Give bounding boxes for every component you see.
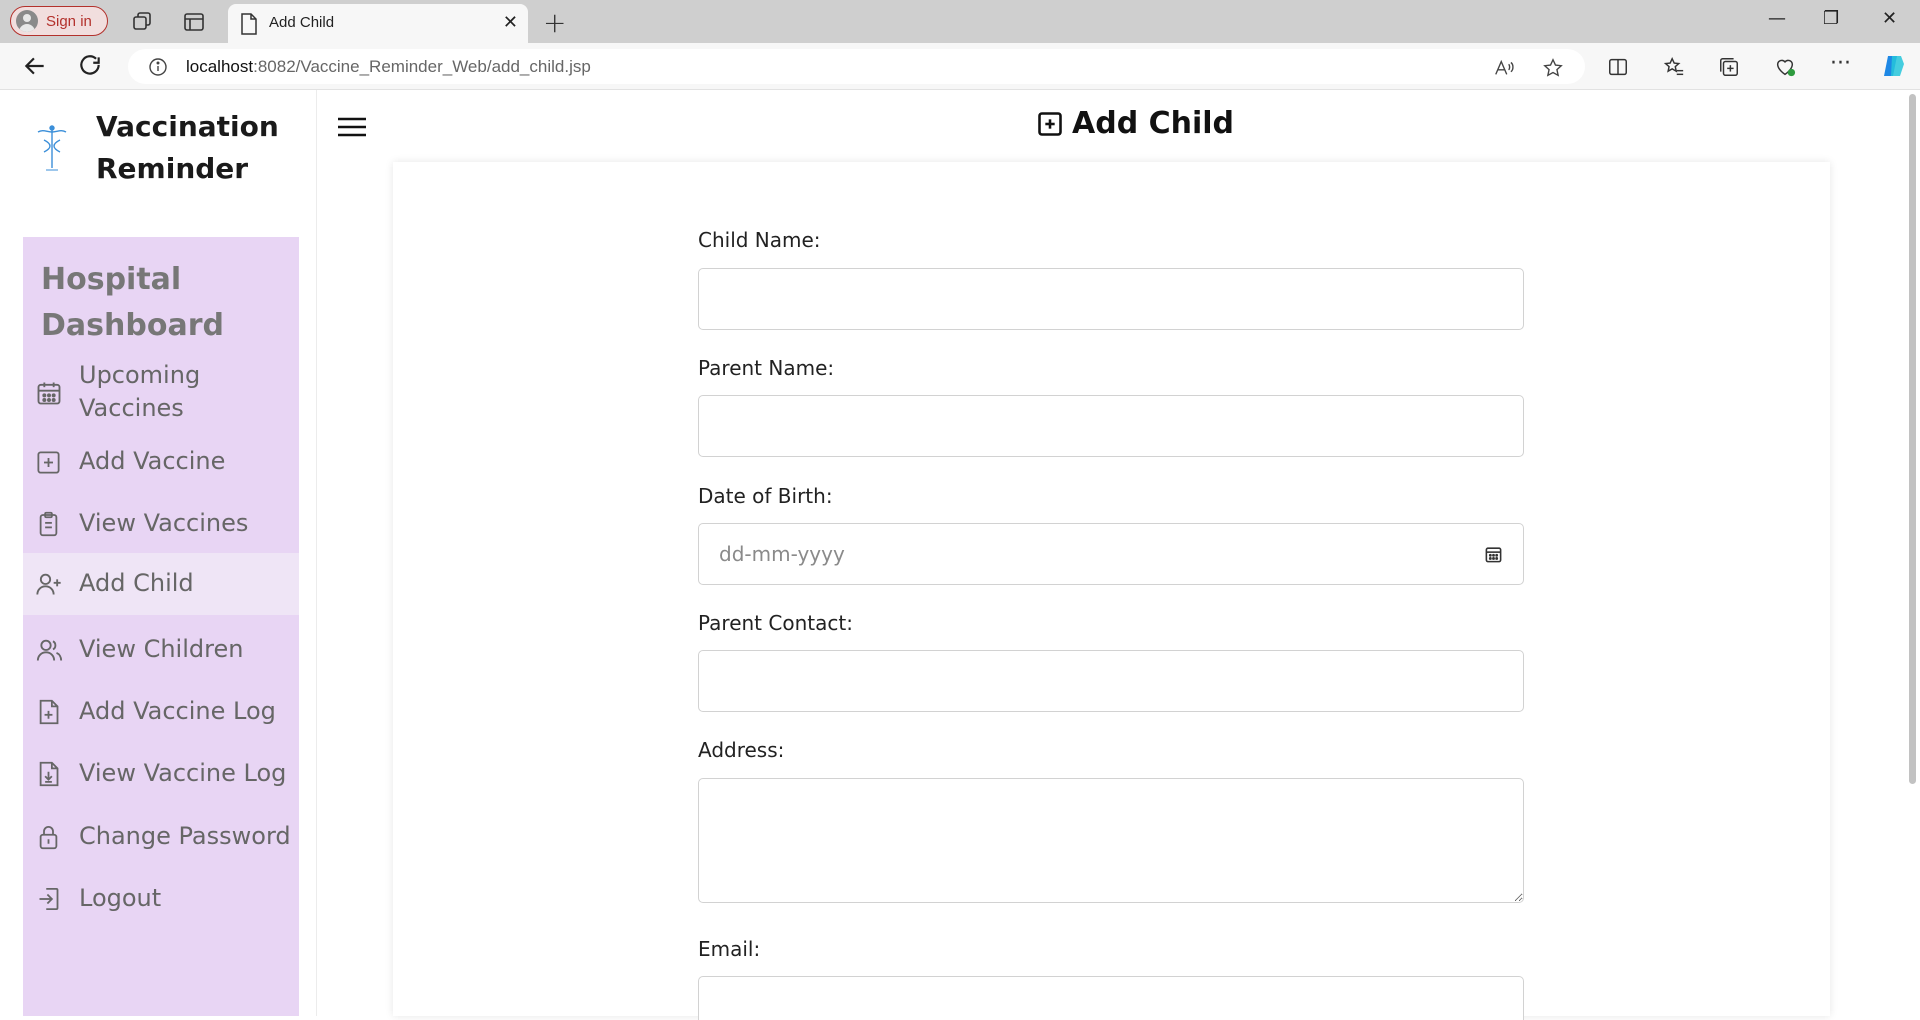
page-scrollbar[interactable] xyxy=(1905,90,1920,1016)
url-host: localhost xyxy=(186,57,254,76)
lock-icon xyxy=(39,825,58,850)
parent-contact-input[interactable] xyxy=(698,650,1524,712)
users-icon xyxy=(36,639,63,661)
minimize-icon[interactable]: — xyxy=(1768,8,1786,29)
content-header: Add Child xyxy=(318,90,1910,162)
sidebar-item-label: Change Password xyxy=(79,822,291,850)
sidebar: Vaccination Reminder Hospital Dashboard … xyxy=(0,90,317,1016)
brand: Vaccination Reminder xyxy=(28,104,308,204)
more-menu-icon[interactable]: ··· xyxy=(1830,51,1851,76)
sidebar-item-add-child[interactable]: Add Child xyxy=(23,553,299,615)
child-name-label: Child Name: xyxy=(698,228,821,252)
new-tab-button[interactable]: + xyxy=(543,6,566,39)
workspaces-icon[interactable] xyxy=(130,10,154,34)
sidebar-item-view-children[interactable]: View Children xyxy=(23,625,299,677)
sidebar-item-label: Add Child xyxy=(79,569,194,597)
parent-name-input[interactable] xyxy=(698,395,1524,457)
browser-tab-bar: Sign in Add Child ✕ + — ❐ ✕ xyxy=(0,0,1920,43)
email-input[interactable] xyxy=(698,976,1524,1020)
child-name-input[interactable] xyxy=(698,268,1524,330)
restore-icon[interactable]: ❐ xyxy=(1823,8,1839,29)
address-textarea[interactable] xyxy=(698,778,1524,903)
dob-input[interactable] xyxy=(698,523,1524,585)
parent-name-label: Parent Name: xyxy=(698,356,835,380)
url-path: :8082/Vaccine_Reminder_Web/add_child.jsp xyxy=(253,57,591,76)
refresh-icon[interactable] xyxy=(77,53,103,79)
sidebar-item-label: Logout xyxy=(79,884,162,912)
file-plus-icon xyxy=(39,699,59,725)
copilot-icon[interactable] xyxy=(1880,52,1908,80)
parent-contact-label: Parent Contact: xyxy=(698,611,853,635)
sign-in-button[interactable]: Sign in xyxy=(10,6,108,36)
logout-icon xyxy=(39,887,59,911)
dob-label: Date of Birth: xyxy=(698,484,833,508)
sidebar-item-label: Upcoming Vaccines xyxy=(79,361,201,422)
plus-square-icon xyxy=(37,451,60,474)
browser-address-bar: localhost:8082/Vaccine_Reminder_Web/add_… xyxy=(0,43,1920,90)
sidebar-item-label: View Vaccines xyxy=(79,509,249,537)
email-label: Email: xyxy=(698,937,761,961)
sidebar-item-label: Add Vaccine xyxy=(79,447,226,475)
page-title: Add Child xyxy=(1036,106,1234,141)
user-plus-icon xyxy=(36,573,61,595)
page: Vaccination Reminder Hospital Dashboard … xyxy=(0,90,1920,1020)
sidebar-item-view-vaccines[interactable]: View Vaccines xyxy=(23,499,299,551)
sidebar-item-upcoming-vaccines[interactable]: Upcoming Vaccines xyxy=(23,359,299,427)
caduceus-logo-icon xyxy=(37,125,67,171)
sidebar-item-change-password[interactable]: Change Password xyxy=(23,812,299,864)
scrollbar-thumb[interactable] xyxy=(1909,94,1916,784)
split-screen-icon[interactable] xyxy=(1607,56,1629,78)
tab-title: Add Child xyxy=(269,14,335,31)
url-field[interactable]: localhost:8082/Vaccine_Reminder_Web/add_… xyxy=(128,49,1585,84)
favorites-icon[interactable] xyxy=(1663,56,1685,78)
file-download-icon xyxy=(39,761,59,787)
sidebar-item-label: View Vaccine Log xyxy=(79,759,287,787)
sidebar-item-label: Add Vaccine Log xyxy=(79,697,276,725)
address-label: Address: xyxy=(698,738,785,762)
calendar-picker-icon[interactable] xyxy=(1484,545,1503,564)
hamburger-menu-icon[interactable] xyxy=(338,117,366,137)
sidebar-item-label: View Children xyxy=(79,635,244,663)
add-child-form: Child Name: Parent Name: Date of Birth: … xyxy=(393,162,1830,1020)
tab-actions-icon[interactable] xyxy=(182,10,206,34)
close-window-icon[interactable]: ✕ xyxy=(1882,8,1897,29)
dashboard-panel: Hospital Dashboard Upcoming Vaccines Add… xyxy=(23,237,299,1016)
page-title-text: Add Child xyxy=(1072,106,1235,141)
url-text: localhost:8082/Vaccine_Reminder_Web/add_… xyxy=(186,57,591,77)
favorite-star-icon[interactable] xyxy=(1542,57,1564,79)
tab-add-child[interactable]: Add Child ✕ xyxy=(228,4,528,43)
sidebar-item-view-vaccine-log[interactable]: View Vaccine Log xyxy=(23,749,299,801)
clipboard-icon xyxy=(39,511,58,537)
collections-icon[interactable] xyxy=(1718,56,1740,78)
sidebar-item-add-vaccine[interactable]: Add Vaccine xyxy=(23,437,299,489)
sidebar-item-logout[interactable]: Logout xyxy=(23,874,299,926)
brand-name: Vaccination Reminder xyxy=(96,110,279,185)
calendar-icon xyxy=(37,382,61,405)
page-icon xyxy=(241,13,257,35)
browser-essentials-icon[interactable] xyxy=(1773,56,1797,78)
dashboard-title: Hospital Dashboard xyxy=(41,262,224,343)
profile-avatar-icon xyxy=(16,10,38,32)
back-arrow-icon[interactable] xyxy=(22,53,48,79)
read-aloud-icon[interactable] xyxy=(1493,57,1515,79)
sidebar-item-add-vaccine-log[interactable]: Add Vaccine Log xyxy=(23,687,299,739)
plus-square-icon xyxy=(1038,111,1062,136)
info-icon[interactable] xyxy=(148,57,168,77)
sign-in-label: Sign in xyxy=(46,12,92,30)
tab-close-icon[interactable]: ✕ xyxy=(503,12,518,33)
